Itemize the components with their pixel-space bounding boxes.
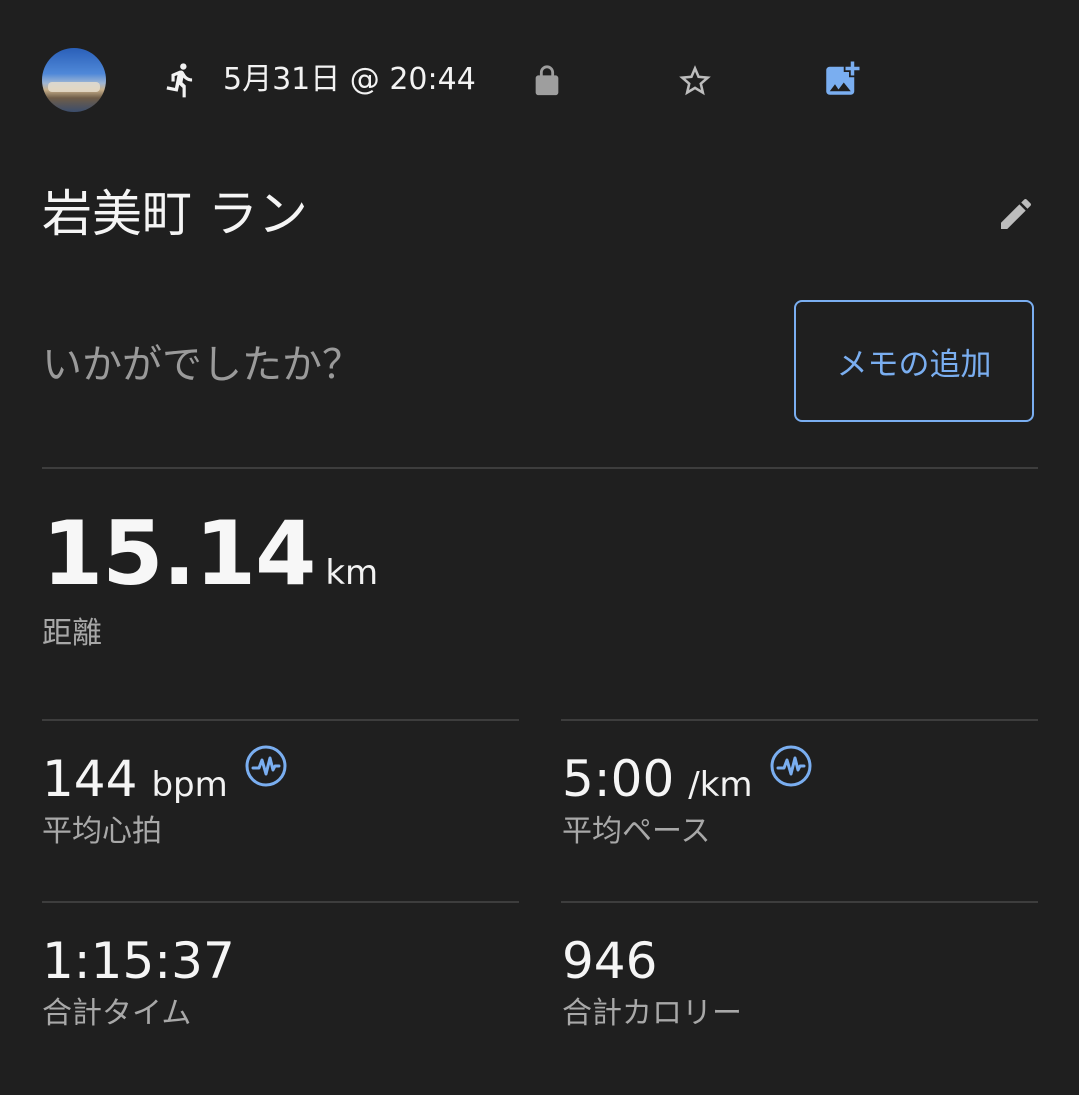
total-calories-value: 946 xyxy=(562,932,658,990)
distance-value: 15.14 xyxy=(42,502,316,605)
avg-pace-label: 平均ペース xyxy=(562,814,711,849)
avg-pace-value: 5:00 xyxy=(562,750,675,808)
activity-header: 5月31日 @ 20:44 xyxy=(42,48,1037,112)
divider xyxy=(42,901,519,903)
avg-heart-rate-stat: 144 bpm 平均心拍 xyxy=(42,745,288,852)
running-icon xyxy=(166,63,193,98)
heart-rate-graph-icon[interactable] xyxy=(244,744,288,788)
total-calories-stat: 946 合計カロリー xyxy=(562,932,742,1034)
pencil-icon[interactable] xyxy=(996,194,1036,234)
activity-detail-screen: 5月31日 @ 20:44 岩美町 ラン いかがでしたか？ メモの追加 15.1… xyxy=(0,0,1079,1095)
divider xyxy=(561,901,1038,903)
avg-pace-unit: /km xyxy=(688,765,753,805)
divider xyxy=(42,467,1038,469)
distance-label: 距離 xyxy=(42,616,102,651)
divider xyxy=(42,719,519,721)
distance-unit: km xyxy=(325,553,379,593)
avatar[interactable] xyxy=(42,48,106,112)
activity-title: 岩美町 ラン xyxy=(42,185,308,243)
pace-graph-icon[interactable] xyxy=(769,744,813,788)
divider xyxy=(561,719,1038,721)
add-photo-icon[interactable] xyxy=(821,58,863,100)
total-time-label: 合計タイム xyxy=(42,996,192,1031)
avg-heart-rate-unit: bpm xyxy=(151,765,228,805)
lock-icon[interactable] xyxy=(530,62,564,100)
total-time-stat: 1:15:37 合計タイム xyxy=(42,932,235,1034)
avg-heart-rate-label: 平均心拍 xyxy=(42,814,162,849)
add-memo-button[interactable]: メモの追加 xyxy=(794,300,1034,422)
total-time-value: 1:15:37 xyxy=(42,932,235,990)
distance-value-row: 15.14 km xyxy=(42,506,378,602)
memo-prompt: いかがでしたか？ xyxy=(42,342,362,388)
avg-pace-stat: 5:00 /km 平均ペース xyxy=(562,745,813,852)
activity-date-time: 5月31日 @ 20:44 xyxy=(223,62,476,97)
avg-heart-rate-value: 144 xyxy=(42,750,138,808)
star-icon[interactable] xyxy=(676,62,714,100)
total-calories-label: 合計カロリー xyxy=(562,996,742,1031)
